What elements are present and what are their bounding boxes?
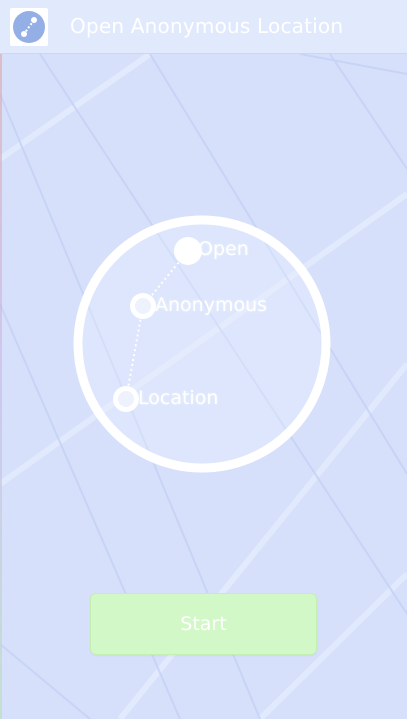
route-icon <box>10 8 48 46</box>
route-label-open: Open <box>198 238 249 260</box>
app-title: Open Anonymous Location <box>70 14 344 38</box>
route-icon-glyph <box>21 17 37 37</box>
app-bar: Open Anonymous Location <box>0 0 407 54</box>
route-icon-badge <box>13 11 45 43</box>
route-label-anonymous: Anonymous <box>155 294 268 316</box>
edge-strip <box>0 54 2 719</box>
route-label-location: Location <box>138 387 219 409</box>
start-button[interactable]: Start <box>90 593 317 655</box>
